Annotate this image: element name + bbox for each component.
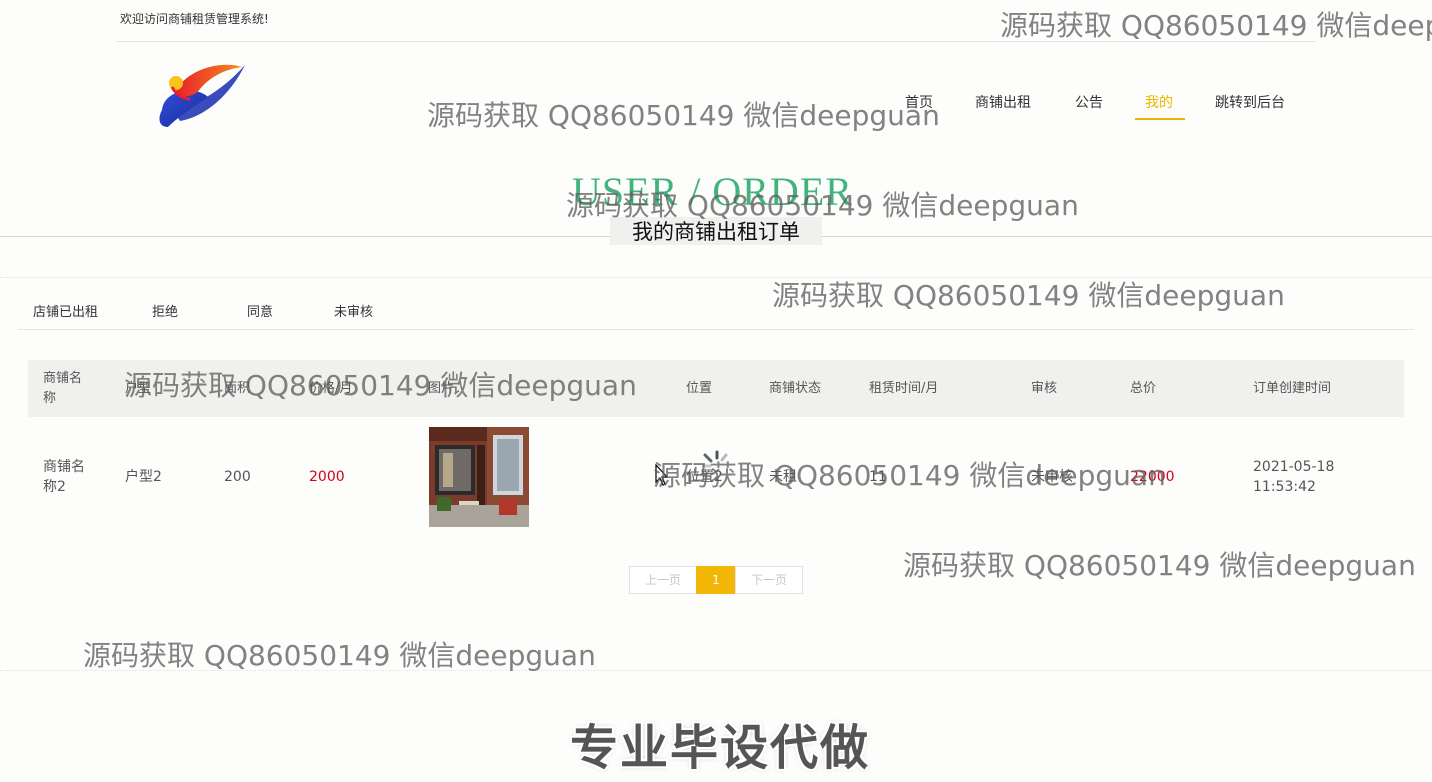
- column-header-lease: 租赁时间/月: [869, 381, 939, 396]
- cell-created-time: 2021-05-18 11:53:42: [1253, 459, 1335, 495]
- watermark-text: 源码获取 QQ86050149 微信deepguan: [83, 639, 596, 672]
- column-header-name: 商铺名称: [43, 371, 83, 406]
- cell-price: 2000: [309, 469, 345, 485]
- watermark-text: 源码获取 QQ86050149 微信deepguan: [1000, 9, 1432, 42]
- filter-tab-rented[interactable]: 店铺已出租: [33, 301, 98, 320]
- welcome-text: 欢迎访问商铺租赁管理系统!: [120, 12, 269, 26]
- site-logo[interactable]: [150, 55, 255, 135]
- filter-tab-pending[interactable]: 未审核: [334, 301, 373, 320]
- watermark-text: 源码获取 QQ86050149 微信deepguan: [653, 459, 1166, 492]
- next-page-button[interactable]: 下一页: [735, 566, 803, 594]
- nav-active-underline: [1135, 118, 1185, 120]
- watermark-text: 源码获取 QQ86050149 微信deepguan: [903, 549, 1416, 582]
- filter-tab-rejected[interactable]: 拒绝: [152, 301, 178, 320]
- cell-shop-name: 商铺名称2: [43, 459, 85, 495]
- tabs-divider: [18, 329, 1414, 330]
- shop-image[interactable]: [429, 427, 529, 527]
- filter-tab-approved[interactable]: 同意: [247, 301, 273, 320]
- nav-announcement[interactable]: 公告: [1075, 92, 1103, 112]
- watermark-text: 源码获取 QQ86050149 微信deepguan: [772, 279, 1285, 312]
- watermark-text: 源码获取 QQ86050149 微信deepguan: [124, 369, 637, 402]
- watermark-text: 源码获取 QQ86050149 微信deepguan: [566, 189, 1079, 222]
- column-header-review: 审核: [1031, 381, 1058, 396]
- prev-page-button[interactable]: 上一页: [629, 566, 697, 594]
- nav-mine[interactable]: 我的: [1145, 92, 1173, 112]
- column-header-location: 位置: [686, 381, 713, 396]
- page-1-button[interactable]: 1: [696, 566, 736, 594]
- column-header-total: 总价: [1130, 381, 1157, 396]
- cell-layout: 户型2: [125, 469, 162, 485]
- promo-banner-text: 专业毕设代做: [570, 720, 871, 776]
- nav-shop-rent[interactable]: 商铺出租: [975, 92, 1031, 112]
- column-header-status: 商铺状态: [769, 381, 822, 396]
- cell-area: 200: [224, 469, 251, 485]
- column-header-created: 订单创建时间: [1253, 381, 1332, 396]
- watermark-text: 源码获取 QQ86050149 微信deepguan: [427, 99, 940, 132]
- nav-admin[interactable]: 跳转到后台: [1215, 92, 1285, 112]
